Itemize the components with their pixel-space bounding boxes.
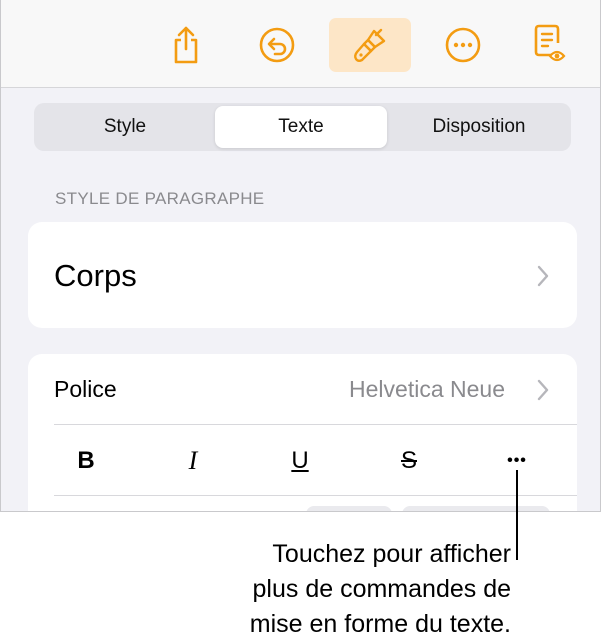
callout-line-1: Touchez pour afficher — [272, 540, 511, 568]
undo-button[interactable] — [253, 17, 301, 73]
font-row[interactable]: Police Helvetica Neue — [28, 354, 577, 424]
reading-view-button[interactable] — [527, 17, 575, 73]
font-label: Police — [54, 376, 117, 402]
callout-text: Touchez pour afficher plus de commandes … — [151, 537, 511, 642]
format-control[interactable] — [402, 506, 550, 511]
paragraph-style-row[interactable]: Corps — [28, 222, 577, 328]
bold-button[interactable]: B — [66, 441, 106, 481]
callout-leader-line — [516, 470, 518, 560]
chevron-right-icon — [537, 379, 549, 401]
tab-style[interactable]: Style — [37, 106, 213, 148]
paintbrush-icon — [354, 28, 386, 62]
reading-view-icon — [534, 24, 566, 62]
more-icon — [445, 27, 481, 63]
paragraph-style-header: STYLE DE PARAGRAPHE — [55, 189, 265, 208]
paragraph-style-value: Corps — [54, 258, 137, 293]
chevron-right-icon — [537, 265, 549, 287]
tab-segmented-control: Style Texte Disposition — [34, 103, 571, 151]
undo-icon — [259, 27, 295, 63]
divider — [54, 495, 577, 496]
share-icon — [174, 26, 198, 64]
tab-texte[interactable]: Texte — [215, 106, 387, 148]
divider — [54, 424, 577, 425]
strikethrough-button[interactable]: S — [389, 441, 429, 481]
format-control[interactable] — [306, 506, 392, 511]
callout-line-3: mise en forme du texte. — [249, 610, 511, 638]
more-button[interactable] — [439, 17, 487, 73]
share-button[interactable] — [162, 17, 210, 73]
format-panel: Style Texte Disposition STYLE DE PARAGRA… — [0, 0, 601, 512]
font-value: Helvetica Neue — [349, 376, 505, 402]
toolbar — [1, 0, 600, 88]
font-card: Police Helvetica Neue — [28, 354, 577, 511]
tab-disposition[interactable]: Disposition — [390, 106, 568, 148]
underline-button[interactable]: U — [280, 441, 320, 481]
italic-button[interactable]: I — [173, 441, 213, 481]
format-button[interactable] — [329, 18, 411, 72]
callout-line-2: plus de commandes de — [252, 575, 511, 603]
